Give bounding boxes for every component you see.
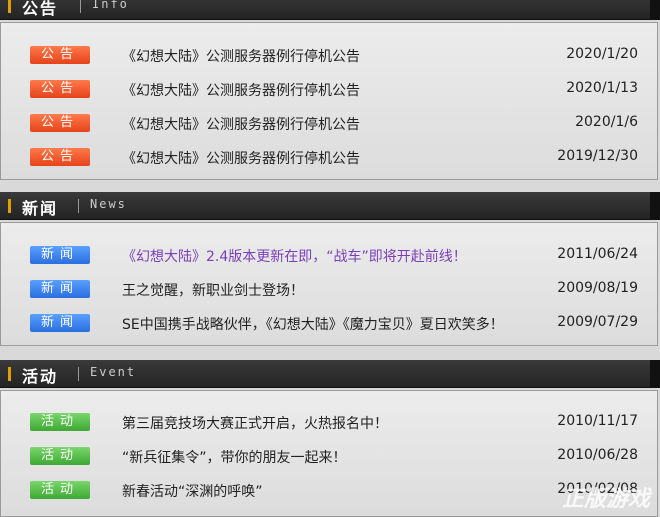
- category-badge: 公告: [30, 114, 90, 132]
- item-date: 2020/1/20: [566, 46, 638, 62]
- section-title: 公告: [22, 0, 59, 18]
- header-accent-bar: [8, 199, 11, 213]
- item-date: 2011/06/24: [557, 246, 638, 262]
- header-separator: [80, 0, 81, 13]
- item-title-link[interactable]: 第三届竞技场大赛正式开启，火热报名中！: [122, 413, 388, 433]
- section-header-news: 新闻 News: [0, 192, 660, 220]
- section-subtitle: News: [90, 197, 127, 211]
- list-item[interactable]: 新闻 SE中国携手战略伙伴，《幻想大陆》《魔力宝贝》夏日欢笑多！ 2009/07…: [0, 308, 660, 342]
- category-badge: 活动: [30, 481, 90, 499]
- item-title-link[interactable]: 《幻想大陆》公测服务器例行停机公告: [122, 148, 360, 168]
- header-cap: [650, 192, 660, 220]
- category-badge: 新闻: [30, 314, 90, 332]
- item-date: 2009/07/29: [557, 314, 638, 330]
- list-item[interactable]: 公告 《幻想大陆》公测服务器例行停机公告 2020/1/20: [0, 40, 660, 74]
- list-item[interactable]: 公告 《幻想大陆》公测服务器例行停机公告 2019/12/30: [0, 142, 660, 176]
- header-accent-bar: [8, 0, 11, 13]
- header-separator: [78, 367, 79, 381]
- watermark-logo: 正版游戏: [561, 487, 650, 512]
- item-title-link[interactable]: SE中国携手战略伙伴，《幻想大陆》《魔力宝贝》夏日欢笑多！: [122, 314, 504, 334]
- item-date: 2020/1/6: [575, 114, 638, 130]
- header-separator: [78, 199, 79, 213]
- list-item[interactable]: 活动 “新兵征集令”，带你的朋友一起来！ 2010/06/28: [0, 441, 660, 475]
- item-date: 2010/11/17: [557, 413, 638, 429]
- section-header-info: 公告 Info: [0, 0, 660, 20]
- item-date: 2009/08/19: [557, 280, 638, 296]
- list-item[interactable]: 活动 第三届竞技场大赛正式开启，火热报名中！ 2010/11/17: [0, 407, 660, 441]
- category-badge: 新闻: [30, 280, 90, 298]
- section-title: 活动: [22, 367, 59, 386]
- item-title-link[interactable]: 王之觉醒，新职业剑士登场！: [122, 280, 304, 300]
- section-title: 新闻: [22, 199, 59, 218]
- header-cap: [650, 0, 660, 20]
- section-subtitle: Event: [90, 365, 137, 379]
- item-title-link[interactable]: 新春活动“深渊的呼唤”: [122, 481, 263, 501]
- section-subtitle: Info: [92, 0, 129, 11]
- category-badge: 公告: [30, 148, 90, 166]
- item-title-link[interactable]: 《幻想大陆》公测服务器例行停机公告: [122, 114, 360, 134]
- section-header-event: 活动 Event: [0, 360, 660, 388]
- list-item[interactable]: 公告 《幻想大陆》公测服务器例行停机公告 2020/1/13: [0, 74, 660, 108]
- list-item[interactable]: 新闻 王之觉醒，新职业剑士登场！ 2009/08/19: [0, 274, 660, 308]
- item-title-link[interactable]: 《幻想大陆》公测服务器例行停机公告: [122, 80, 360, 100]
- item-title-link[interactable]: 《幻想大陆》公测服务器例行停机公告: [122, 46, 360, 66]
- list-item[interactable]: 新闻 《幻想大陆》2.4版本更新在即，“战车”即将开赴前线！ 2011/06/2…: [0, 240, 660, 274]
- item-title-link[interactable]: 《幻想大陆》2.4版本更新在即，“战车”即将开赴前线！: [122, 246, 467, 266]
- item-date: 2010/06/28: [557, 447, 638, 463]
- item-title-link[interactable]: “新兵征集令”，带你的朋友一起来！: [122, 447, 347, 467]
- header-accent-bar: [8, 367, 11, 381]
- category-badge: 新闻: [30, 246, 90, 264]
- category-badge: 公告: [30, 46, 90, 64]
- header-cap: [650, 360, 660, 388]
- category-badge: 活动: [30, 447, 90, 465]
- category-badge: 活动: [30, 413, 90, 431]
- list-item[interactable]: 公告 《幻想大陆》公测服务器例行停机公告 2020/1/6: [0, 108, 660, 142]
- category-badge: 公告: [30, 80, 90, 98]
- item-date: 2019/12/30: [557, 148, 638, 164]
- item-date: 2020/1/13: [566, 80, 638, 96]
